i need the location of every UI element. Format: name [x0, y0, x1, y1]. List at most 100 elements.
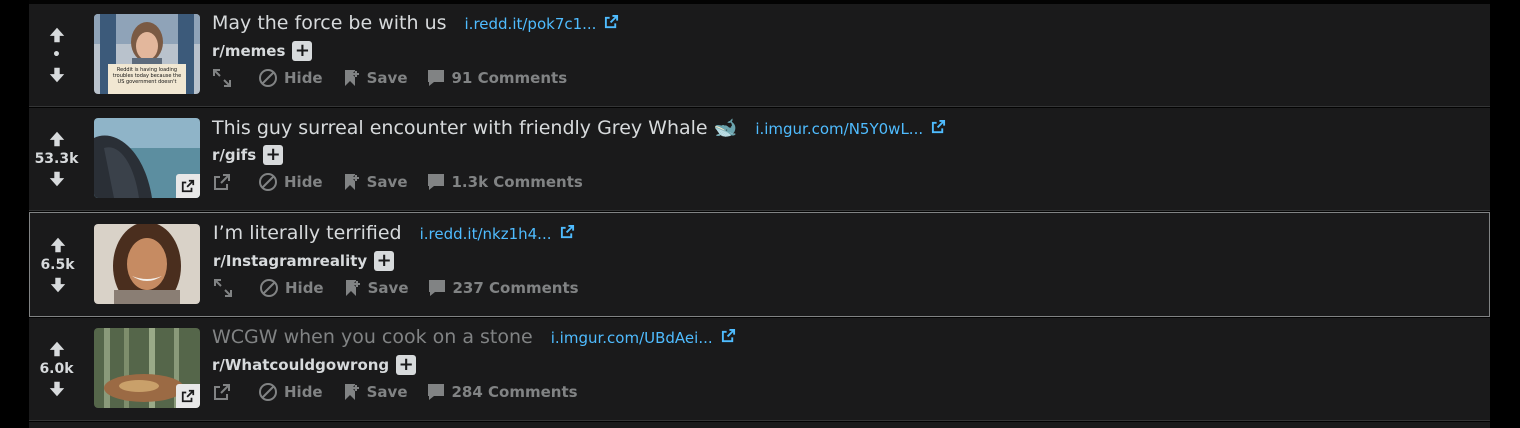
comment-icon	[428, 280, 445, 296]
external-link-icon[interactable]	[721, 328, 736, 343]
upvote-button[interactable]	[46, 338, 68, 360]
save-label: Save	[367, 279, 409, 297]
post-title[interactable]: May the force be with us	[212, 12, 447, 34]
external-link-icon[interactable]	[931, 119, 946, 134]
save-bookmark-icon	[344, 70, 359, 86]
external-link-icon[interactable]	[176, 384, 200, 408]
join-subreddit-button[interactable]: +	[292, 41, 313, 61]
hide-label: Hide	[284, 69, 323, 87]
comment-icon	[427, 174, 444, 190]
post-domain-link[interactable]: i.redd.it/nkz1h4...	[420, 225, 552, 243]
save-button[interactable]: Save	[341, 382, 408, 402]
downvote-button[interactable]	[46, 64, 68, 86]
post-item-partial	[29, 422, 1490, 428]
downvote-arrow-icon	[50, 277, 65, 292]
score: 6.0k	[39, 361, 74, 377]
hide-button[interactable]: Hide	[259, 278, 324, 298]
subreddit-link[interactable]: r/memes	[212, 42, 285, 60]
save-bookmark-icon	[344, 174, 359, 190]
join-subreddit-button[interactable]: +	[263, 145, 284, 165]
save-button[interactable]: Save	[341, 172, 408, 192]
post-thumbnail[interactable]: Reddit is having loading troubles today …	[94, 14, 200, 94]
post-title[interactable]: I’m literally terrified	[213, 222, 402, 244]
external-link-icon	[214, 384, 230, 400]
subreddit-link[interactable]: r/gifs	[212, 146, 256, 164]
comments-count: 237 Comments	[452, 279, 579, 297]
upvote-arrow-icon	[49, 341, 64, 357]
post-item[interactable]: 6.0k WCGW when you cook on a stone i.img…	[29, 318, 1490, 421]
downvote-arrow-icon	[49, 67, 64, 83]
upvote-arrow-icon	[49, 27, 64, 43]
save-button[interactable]: Save	[342, 278, 409, 298]
expand-button[interactable]	[213, 278, 239, 298]
upvote-arrow-icon	[50, 237, 65, 252]
score: 6.5k	[40, 256, 75, 273]
post-domain-link[interactable]: i.imgur.com/N5Y0wL...	[755, 120, 923, 138]
thumbnail-sign-text: Reddit is having loading troubles today …	[112, 67, 182, 85]
hide-icon	[259, 383, 277, 401]
downvote-button[interactable]	[46, 378, 68, 400]
post-feed: • Reddit is having loading troubles toda…	[29, 0, 1490, 428]
downvote-arrow-icon	[49, 171, 64, 187]
save-label: Save	[366, 173, 408, 191]
post-item[interactable]: 6.5k I’m literally terrified i.redd.it/n…	[29, 212, 1490, 317]
save-label: Save	[366, 69, 408, 87]
join-subreddit-button[interactable]: +	[374, 251, 395, 271]
external-link-icon	[214, 174, 230, 190]
comments-button[interactable]: 284 Comments	[426, 382, 578, 402]
post-title[interactable]: WCGW when you cook on a stone	[212, 326, 533, 348]
expand-button[interactable]	[212, 68, 238, 88]
vote-column: 6.0k	[29, 318, 84, 420]
hide-icon	[259, 69, 277, 87]
post-domain-link[interactable]: i.redd.it/pok7c1...	[465, 15, 597, 33]
join-subreddit-button[interactable]: +	[396, 355, 417, 375]
subreddit-link[interactable]: r/Instagramreality	[213, 252, 367, 270]
hide-button[interactable]: Hide	[258, 382, 323, 402]
post-domain-link[interactable]: i.imgur.com/UBdAei...	[551, 329, 713, 347]
hide-label: Hide	[284, 383, 323, 401]
post-thumbnail[interactable]	[94, 224, 200, 304]
comments-count: 1.3k Comments	[451, 173, 583, 191]
thumbnail-image	[94, 224, 200, 304]
comments-count: 284 Comments	[451, 383, 578, 401]
post-item[interactable]: 53.3k This guy surreal encounter with fr…	[29, 108, 1490, 211]
downvote-arrow-icon	[49, 381, 64, 397]
post-thumbnail[interactable]	[94, 328, 200, 408]
vote-column: 6.5k	[30, 213, 85, 316]
expand-icon	[214, 279, 232, 297]
external-link-icon[interactable]	[560, 224, 575, 239]
hide-button[interactable]: Hide	[258, 68, 323, 88]
save-button[interactable]: Save	[341, 68, 408, 88]
vote-column: 53.3k	[29, 108, 84, 210]
hide-label: Hide	[284, 173, 323, 191]
external-link-icon[interactable]	[176, 174, 200, 198]
comments-button[interactable]: 1.3k Comments	[426, 172, 583, 192]
upvote-button[interactable]	[46, 24, 68, 46]
hide-label: Hide	[285, 279, 324, 297]
hide-button[interactable]: Hide	[258, 172, 323, 192]
hide-icon	[259, 173, 277, 191]
post-title[interactable]: This guy surreal encounter with friendly…	[212, 116, 737, 139]
comments-button[interactable]: 237 Comments	[427, 278, 579, 298]
comments-count: 91 Comments	[451, 69, 568, 87]
comment-icon	[427, 70, 444, 86]
upvote-button[interactable]	[46, 128, 68, 150]
hide-icon	[260, 279, 278, 297]
comment-icon	[427, 384, 444, 400]
subreddit-link[interactable]: r/Whatcouldgowrong	[212, 356, 389, 374]
upvote-button[interactable]	[47, 234, 69, 256]
external-link-icon[interactable]	[604, 14, 619, 29]
open-external-button[interactable]	[212, 172, 238, 192]
post-thumbnail[interactable]	[94, 118, 200, 198]
save-bookmark-icon	[344, 384, 359, 400]
upvote-arrow-icon	[49, 131, 64, 147]
save-label: Save	[366, 383, 408, 401]
post-item[interactable]: • Reddit is having loading troubles toda…	[29, 4, 1490, 107]
score: 53.3k	[34, 151, 79, 167]
vote-column: •	[29, 4, 84, 106]
downvote-button[interactable]	[47, 274, 69, 296]
expand-icon	[213, 69, 231, 87]
comments-button[interactable]: 91 Comments	[426, 68, 568, 88]
open-external-button[interactable]	[212, 382, 238, 402]
downvote-button[interactable]	[46, 168, 68, 190]
